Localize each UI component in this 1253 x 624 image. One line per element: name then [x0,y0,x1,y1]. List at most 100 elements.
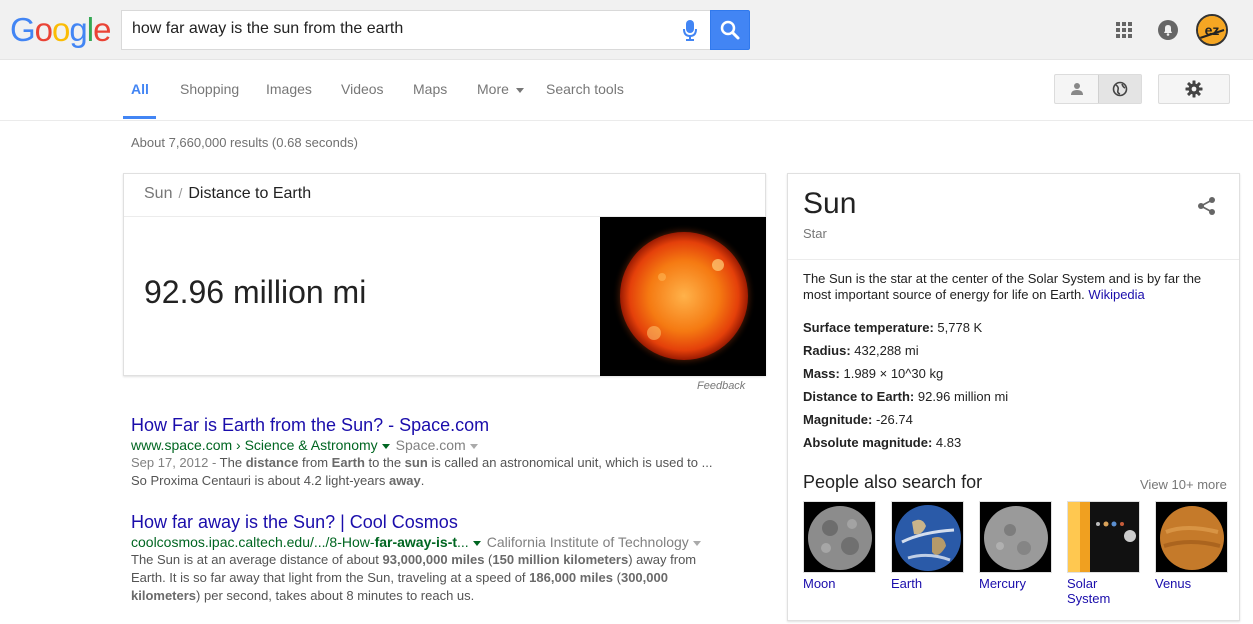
logo-letter: o [34,11,53,48]
sun-image-graphic [600,217,766,376]
snippet-bold: 150 million kilometers [492,552,629,567]
result-date: Sep 17, 2012 - [131,455,217,470]
tab-maps[interactable]: Maps [413,81,447,97]
fact-value: -26.74 [872,412,913,427]
related-item-solar-system[interactable]: Solar System [1067,501,1140,606]
solar-system-image [1067,501,1140,573]
snippet-bold: away [388,473,421,488]
fact-label[interactable]: Distance to Earth: [803,389,914,404]
fact-label[interactable]: Surface temperature: [803,320,934,335]
tab-all[interactable]: All [131,81,149,97]
solar-system-icon [1068,502,1139,572]
related-item-moon[interactable]: Moon [803,501,876,591]
logo-letter: G [10,11,36,48]
fact-label[interactable]: Radius: [803,343,851,358]
result-title-link[interactable]: How Far is Earth from the Sun? - Space.c… [131,414,731,436]
snippet-bold: sun [404,455,428,470]
related-item-mercury[interactable]: Mercury [979,501,1052,591]
search-button[interactable] [710,10,750,50]
mercury-image [979,501,1052,573]
fact-value: 4.83 [932,435,962,450]
kp-fact: Surface temperature: 5,778 K [803,316,1223,339]
result-menu-arrow-icon[interactable] [472,540,481,546]
fact-value: 92.96 million mi [914,389,1009,404]
search-result: How far away is the Sun? | Cool Cosmos c… [131,511,731,605]
venus-icon [1156,502,1227,572]
related-item-label: Venus [1155,576,1192,591]
result-title-link[interactable]: How far away is the Sun? | Cool Cosmos [131,511,731,533]
result-stats: About 7,660,000 results (0.68 seconds) [131,135,358,150]
mic-icon[interactable] [683,20,697,42]
result-source: Space.com [395,437,466,453]
related-item-venus[interactable]: Venus [1155,501,1228,591]
result-url-text: coolcosmos.ipac.caltech.edu/.../8-How- [131,534,375,550]
answer-value: 92.96 million mi [144,274,367,310]
snippet-text: Earth. It is so far away that light from… [131,570,530,585]
kp-divider [788,259,1239,260]
related-item-label: Solar System [1067,576,1111,606]
tab-shopping[interactable]: Shopping [180,81,239,97]
related-item-earth[interactable]: Earth [891,501,964,591]
fact-label[interactable]: Magnitude: [803,412,872,427]
results-scope-toggle [1054,74,1142,104]
google-logo[interactable]: Google [10,11,111,49]
result-snippet: The Sun is at an average distance of abo… [131,551,731,605]
result-source: California Institute of Technology [486,534,689,550]
related-item-label: Moon [803,576,836,591]
snippet-bold: Earth [331,455,365,470]
result-url: coolcosmos.ipac.caltech.edu/.../8-How-fa… [131,533,731,551]
kp-title: Sun [803,187,857,220]
settings-button[interactable] [1158,74,1230,104]
tab-videos[interactable]: Videos [341,81,384,97]
tab-more[interactable]: More [477,81,524,97]
answer-entity-link[interactable]: Sun [144,185,172,202]
snippet-text: ) per second, takes about 8 minutes to r… [196,588,475,603]
answer-attribute: Distance to Earth [188,185,312,202]
snippet-bold: 93,000,000 miles [382,552,485,567]
logo-letter: g [69,11,87,48]
global-results-button[interactable] [1098,75,1141,103]
wikipedia-link[interactable]: Wikipedia [1088,287,1144,302]
person-icon [1070,83,1083,95]
tab-search-tools[interactable]: Search tools [546,81,624,97]
fact-label[interactable]: Absolute magnitude: [803,435,932,450]
snippet-text: The [216,455,246,470]
snippet-text: . [420,473,425,488]
personal-results-button[interactable] [1055,75,1098,103]
knowledge-panel: Sun Star The Sun is the star at the cent… [787,173,1240,621]
search-query-text[interactable]: how far away is the sun from the earth [132,20,403,38]
apps-grid-icon[interactable] [1112,18,1136,42]
snippet-text: ) away from [628,552,697,567]
avatar[interactable]: ez [1196,14,1228,46]
gear-icon [1185,80,1203,98]
result-menu-arrow-icon[interactable] [381,443,390,449]
search-input[interactable]: how far away is the sun from the earth [121,10,711,50]
answer-card: Sun / Distance to Earth 92.96 million mi [123,173,766,376]
search-header: Google how far away is the sun from the … [0,0,1253,60]
tab-more-label: More [477,81,509,97]
kp-fact: Absolute magnitude: 4.83 [803,431,1223,454]
snippet-text: from [298,455,332,470]
tab-images[interactable]: Images [266,81,312,97]
result-url-bold: far-away-is-t [374,534,458,550]
fact-value: 5,778 K [933,320,983,335]
source-menu-arrow-icon[interactable] [692,540,701,546]
venus-image [1155,501,1228,573]
result-url-text: www.space.com › Science & Astronomy [131,437,378,453]
notifications-icon[interactable] [1156,18,1180,42]
kp-description: The Sun is the star at the center of the… [803,271,1223,303]
breadcrumb-separator: / [178,185,183,201]
snippet-bold: distance [245,455,299,470]
view-more-link[interactable]: View 10+ more [1140,477,1227,492]
fact-label[interactable]: Mass: [803,366,840,381]
fact-value: 432,288 mi [850,343,919,358]
snippet-bold: kilometers [131,588,197,603]
feedback-link[interactable]: Feedback [697,380,745,392]
share-icon[interactable] [1196,195,1218,217]
kp-subtitle: Star [803,226,827,241]
kp-fact: Distance to Earth: 92.96 million mi [803,385,1223,408]
source-menu-arrow-icon[interactable] [469,443,478,449]
result-url-text: ... [457,534,469,550]
result-snippet: Sep 17, 2012 - The distance from Earth t… [131,454,731,490]
sun-image[interactable] [600,217,766,376]
